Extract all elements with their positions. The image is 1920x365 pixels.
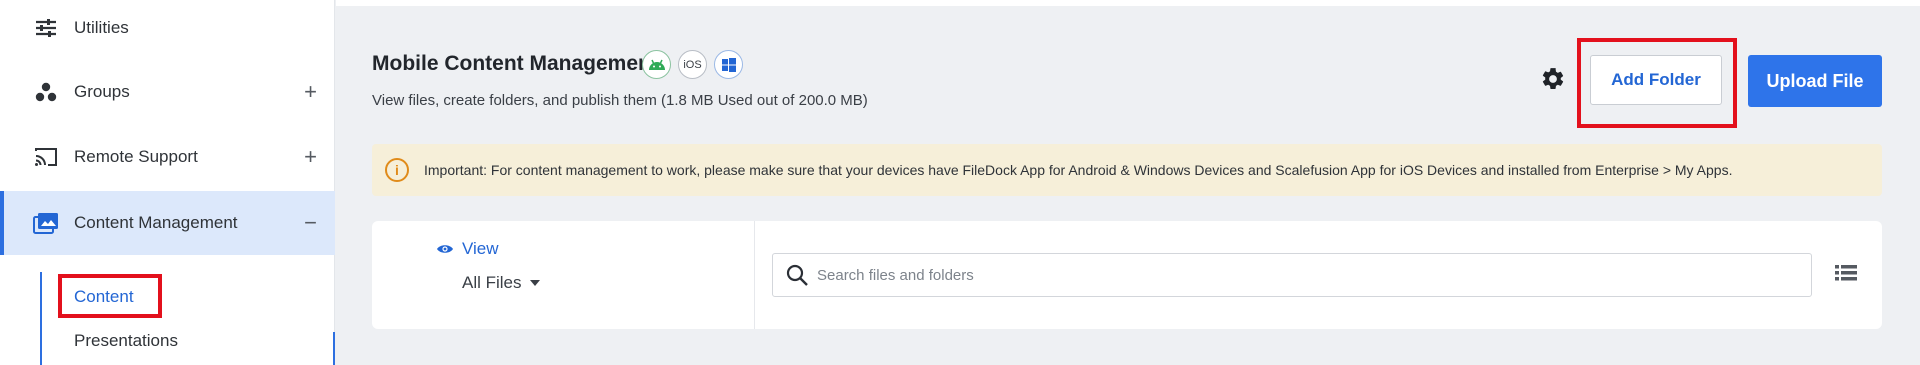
highlight-box-content — [58, 274, 162, 318]
panel-divider — [754, 221, 755, 329]
page-title: Mobile Content Management — [372, 52, 658, 75]
file-filter-value: All Files — [462, 273, 522, 292]
important-notice: i Important: For content management to w… — [372, 144, 1882, 196]
groups-icon — [33, 79, 59, 105]
expand-icon[interactable]: + — [304, 144, 317, 170]
sidebar-item-label: Utilities — [74, 18, 129, 37]
top-bar — [336, 0, 1920, 6]
upload-file-button[interactable]: Upload File — [1748, 55, 1882, 107]
info-icon: i — [385, 158, 409, 182]
view-toggle[interactable]: View — [436, 239, 499, 259]
eye-icon — [437, 245, 453, 253]
view-label: View — [462, 239, 499, 258]
expand-icon[interactable]: + — [304, 79, 317, 105]
scroll-indicator — [333, 332, 335, 365]
cast-icon — [33, 144, 59, 170]
search-box — [772, 253, 1812, 297]
photo-library-icon — [33, 210, 59, 236]
sidebar-item-label: Groups — [74, 82, 130, 101]
sidebar-item-content-management[interactable]: Content Management − — [0, 191, 335, 255]
storage-subtitle: View files, create folders, and publish … — [372, 92, 868, 109]
windows-icon — [714, 50, 743, 79]
highlight-box-add-folder — [1577, 38, 1737, 128]
files-toolbar-panel: View All Files — [372, 221, 1882, 329]
submenu-indicator — [40, 272, 42, 365]
sidebar-item-label: Remote Support — [74, 147, 198, 166]
sidebar-item-groups[interactable]: Groups + — [0, 60, 335, 124]
search-input[interactable] — [817, 254, 1797, 296]
sidebar-item-remote-support[interactable]: Remote Support + — [0, 125, 335, 189]
notice-text: Important: For content management to wor… — [424, 162, 1733, 178]
caret-down-icon — [529, 280, 540, 286]
search-icon — [785, 263, 809, 287]
sidebar-item-label: Content Management — [74, 213, 238, 232]
android-icon — [642, 50, 671, 79]
gear-icon[interactable] — [1540, 66, 1566, 92]
sliders-icon — [33, 15, 59, 41]
collapse-icon[interactable]: − — [304, 210, 317, 236]
file-filter-dropdown[interactable]: All Files — [462, 273, 540, 293]
sidebar: Utilities Groups + Remote Support + Cont… — [0, 0, 335, 365]
sidebar-item-utilities[interactable]: Utilities — [0, 0, 335, 60]
list-view-icon[interactable] — [1835, 263, 1857, 283]
sidebar-subitem-presentations[interactable]: Presentations — [74, 331, 178, 351]
ios-icon: iOS — [678, 50, 707, 79]
